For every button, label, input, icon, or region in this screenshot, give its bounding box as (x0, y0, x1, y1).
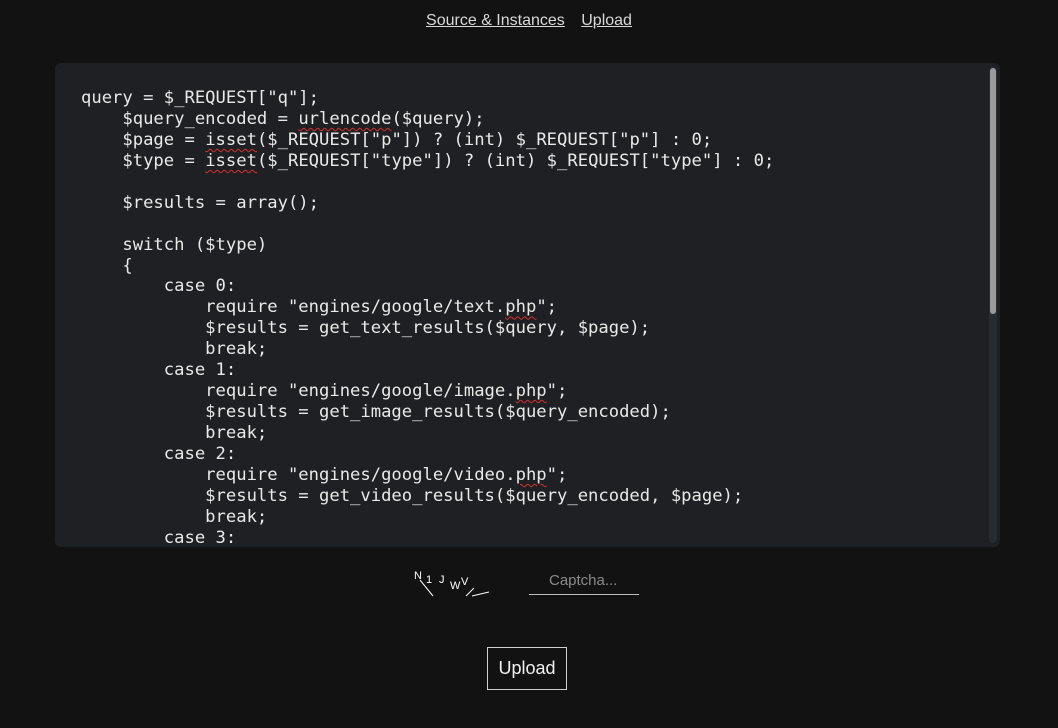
code-token: case 1: (81, 360, 237, 381)
code-line: switch ($type) (81, 235, 774, 256)
code-token: "; (536, 297, 558, 318)
code-token: case 3: (81, 527, 237, 547)
code-line: break; (81, 507, 774, 528)
code-token: "; (546, 464, 568, 485)
code-token: ($query); (391, 108, 485, 129)
code-text[interactable]: query = $_REQUEST["q"]; $query_encoded =… (81, 88, 774, 547)
code-token: break; (81, 423, 268, 443)
code-line: $page = isset($_REQUEST["p"]) ? (int) $_… (81, 130, 774, 151)
upload-button[interactable]: Upload (487, 647, 567, 690)
code-token: require "engines/google/text. (81, 297, 506, 318)
code-line: require "engines/google/video.php"; (81, 465, 774, 486)
code-line: $results = get_video_results($query_enco… (81, 486, 774, 507)
source-instances-link[interactable]: Source & Instances (426, 12, 565, 29)
code-token: $type = (81, 150, 206, 171)
spellcheck-flagged-token: php (515, 381, 547, 402)
code-line: require "engines/google/image.php"; (81, 381, 774, 402)
editor-scrollbar-thumb[interactable] (990, 68, 996, 314)
code-editor[interactable]: query = $_REQUEST["q"]; $query_encoded =… (55, 63, 1000, 547)
code-token: $results = get_text_results($query, $pag… (81, 318, 651, 339)
code-token: $results = array(); (81, 192, 319, 213)
code-line: break; (81, 423, 774, 444)
code-token: require "engines/google/image. (81, 381, 516, 402)
code-token: query = $_REQUEST["q"]; (81, 88, 319, 108)
code-token: case 0: (81, 276, 237, 297)
svg-text:1: 1 (426, 574, 432, 586)
code-line: $query_encoded = urlencode($query); (81, 109, 774, 130)
code-line: $results = get_image_results($query_enco… (81, 402, 774, 423)
editor-scrollbar[interactable] (989, 67, 997, 543)
code-line: $results = array(); (81, 193, 774, 214)
code-line: require "engines/google/text.php"; (81, 297, 774, 318)
spellcheck-flagged-token: isset (205, 150, 257, 171)
captcha-image: N 1 J W V (414, 570, 490, 597)
code-token: ($_REQUEST["type"]) ? (int) $_REQUEST["t… (256, 150, 775, 171)
code-token: { (81, 255, 133, 276)
top-nav: Source & Instances Upload (0, 12, 1058, 30)
code-token: $results = get_video_results($query_enco… (81, 485, 744, 506)
code-token: $query_encoded = (81, 108, 299, 129)
spellcheck-flagged-token: php (515, 464, 547, 485)
code-token: break; (81, 339, 268, 360)
code-line: $results = get_text_results($query, $pag… (81, 318, 774, 339)
svg-text:V: V (461, 576, 469, 588)
code-token: $results = get_image_results($query_enco… (81, 402, 671, 423)
code-line: case 2: (81, 444, 774, 465)
code-line: $type = isset($_REQUEST["type"]) ? (int)… (81, 151, 774, 172)
captcha-input[interactable] (529, 566, 639, 595)
svg-text:W: W (450, 580, 461, 592)
code-token: break; (81, 506, 268, 527)
spellcheck-flagged-token: isset (205, 129, 257, 150)
code-line: case 3: (81, 528, 774, 547)
svg-text:J: J (439, 574, 445, 586)
code-line: break; (81, 339, 774, 360)
code-line: case 1: (81, 360, 774, 381)
code-token: $page = (81, 129, 206, 150)
code-token: case 2: (81, 443, 237, 464)
spellcheck-flagged-token: php (505, 297, 537, 318)
code-line: query = $_REQUEST["q"]; (81, 88, 774, 109)
code-line: case 0: (81, 276, 774, 297)
code-token: require "engines/google/video. (81, 464, 516, 485)
code-line: { (81, 256, 774, 277)
upload-link[interactable]: Upload (581, 12, 632, 29)
code-token: "; (546, 381, 568, 402)
spellcheck-flagged-token: urlencode (298, 108, 392, 129)
code-token: switch ($type) (81, 234, 268, 255)
code-token: ($_REQUEST["p"]) ? (int) $_REQUEST["p"] … (256, 129, 713, 150)
